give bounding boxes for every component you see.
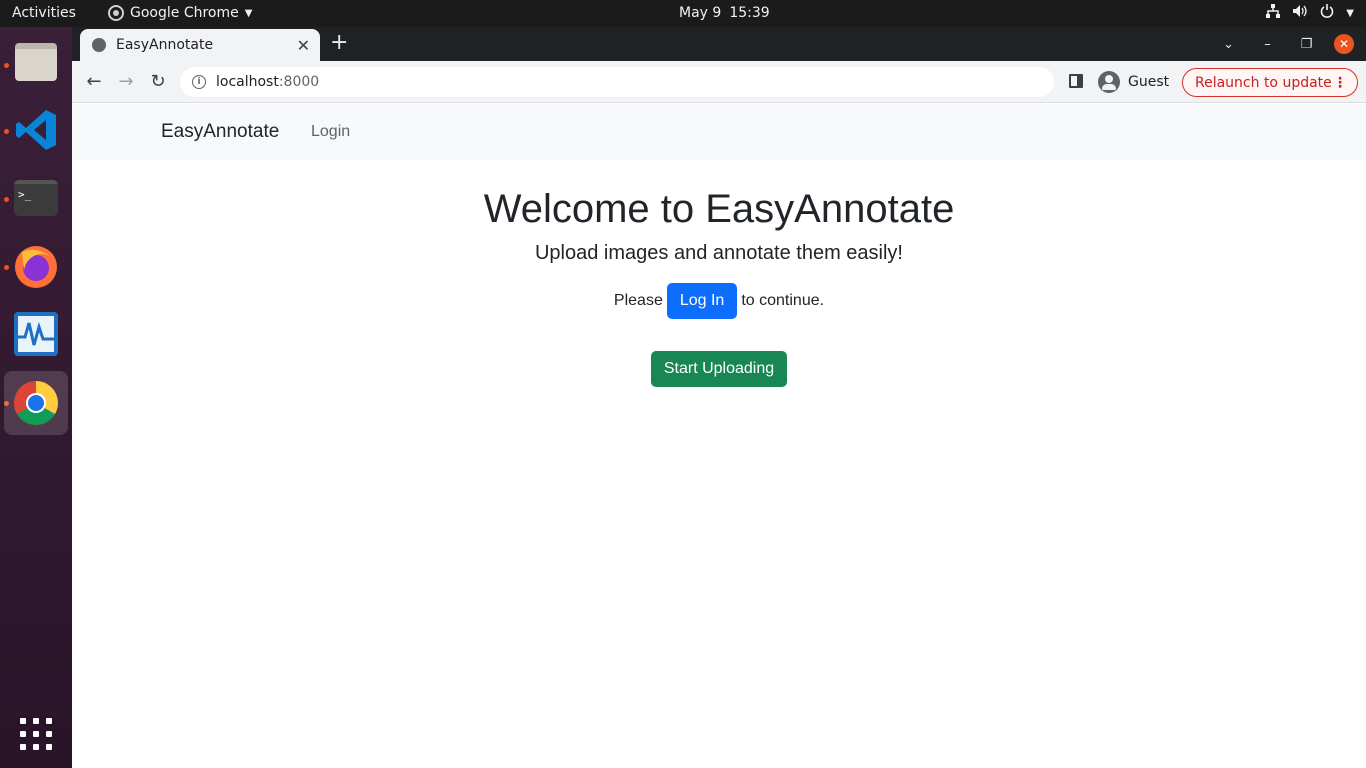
caret-down-icon: ▼ <box>244 7 253 19</box>
site-navbar: EasyAnnotate Login <box>72 104 1366 160</box>
close-tab-icon[interactable]: ✕ <box>297 36 310 55</box>
dock-firefox[interactable] <box>4 234 68 298</box>
tab-strip: EasyAnnotate ✕ + ⌄ – ❐ ✕ <box>72 27 1366 61</box>
chrome-small-icon <box>108 5 124 21</box>
system-tray[interactable]: ▼ <box>1266 4 1354 22</box>
nav-login-link[interactable]: Login <box>311 123 350 141</box>
restore-icon[interactable]: ❐ <box>1287 37 1326 52</box>
clock-time: 15:39 <box>729 5 770 21</box>
profile-label: Guest <box>1128 74 1170 90</box>
clock[interactable]: May 9 15:39 <box>679 5 770 21</box>
guest-avatar-icon <box>1098 71 1120 93</box>
url-port: :8000 <box>278 74 320 90</box>
power-icon <box>1320 4 1334 22</box>
dock-files[interactable] <box>4 30 68 94</box>
show-applications-icon[interactable] <box>20 718 52 750</box>
clock-date: May 9 <box>679 5 722 21</box>
site-info-icon[interactable]: i <box>192 75 206 89</box>
back-icon[interactable]: ← <box>83 71 105 93</box>
dock-vscode[interactable] <box>4 98 68 162</box>
browser-toolbar: ← → ↻ i localhost:8000 Guest Relaunch to… <box>72 61 1366 103</box>
globe-icon <box>92 38 106 52</box>
forward-icon[interactable]: → <box>115 71 137 93</box>
address-bar[interactable]: i localhost:8000 <box>180 67 1054 97</box>
relaunch-button[interactable]: Relaunch to update ⋮ <box>1182 68 1358 97</box>
close-window-icon[interactable]: ✕ <box>1334 34 1354 54</box>
tab-easyannotate[interactable]: EasyAnnotate ✕ <box>80 29 320 61</box>
continue-text: to continue. <box>741 292 825 309</box>
system-top-bar: Activities Google Chrome ▼ May 9 15:39 ▼ <box>0 0 1366 27</box>
firefox-icon <box>12 242 60 290</box>
start-uploading-button[interactable]: Start Uploading <box>650 351 788 387</box>
hero-section: Welcome to EasyAnnotate Upload images an… <box>72 187 1366 387</box>
files-icon <box>15 43 57 81</box>
url-host: localhost <box>216 74 279 90</box>
page-content: EasyAnnotate Login Welcome to EasyAnnota… <box>72 104 1366 768</box>
dock-chrome[interactable] <box>4 371 68 435</box>
caret-down-icon: ▼ <box>1346 7 1354 19</box>
volume-icon <box>1292 4 1308 22</box>
tab-title: EasyAnnotate <box>116 37 214 53</box>
login-button[interactable]: Log In <box>666 283 738 319</box>
site-brand[interactable]: EasyAnnotate <box>161 121 279 143</box>
login-prompt: Please Log In to continue. <box>72 283 1366 319</box>
relaunch-label: Relaunch to update <box>1195 74 1332 91</box>
side-panel-icon[interactable] <box>1069 74 1083 88</box>
dock-terminal[interactable]: >_ <box>4 166 68 230</box>
system-monitor-icon <box>13 311 59 357</box>
page-title: Welcome to EasyAnnotate <box>483 187 955 231</box>
browser-window: EasyAnnotate ✕ + ⌄ – ❐ ✕ ← → ↻ i localho… <box>72 27 1366 768</box>
terminal-icon: >_ <box>14 180 58 216</box>
app-menu-label: Google Chrome <box>130 5 239 21</box>
tab-search-icon[interactable]: ⌄ <box>1209 37 1248 52</box>
new-tab-icon[interactable]: + <box>330 32 348 54</box>
dock: >_ <box>0 27 72 768</box>
minimize-icon[interactable]: – <box>1248 37 1287 52</box>
reload-icon[interactable]: ↻ <box>147 71 169 93</box>
activities-button[interactable]: Activities <box>12 5 76 21</box>
window-controls: ⌄ – ❐ ✕ <box>1209 27 1366 61</box>
profile-button[interactable]: Guest <box>1094 67 1173 97</box>
dock-system-monitor[interactable] <box>4 302 68 366</box>
chrome-icon <box>12 379 60 427</box>
kebab-menu-icon[interactable]: ⋮ <box>1333 75 1347 91</box>
app-menu[interactable]: Google Chrome ▼ <box>108 5 252 21</box>
vscode-icon <box>14 108 58 152</box>
page-subtitle: Upload images and annotate them easily! <box>534 242 903 264</box>
please-text: Please <box>613 292 663 309</box>
network-icon <box>1266 4 1281 22</box>
